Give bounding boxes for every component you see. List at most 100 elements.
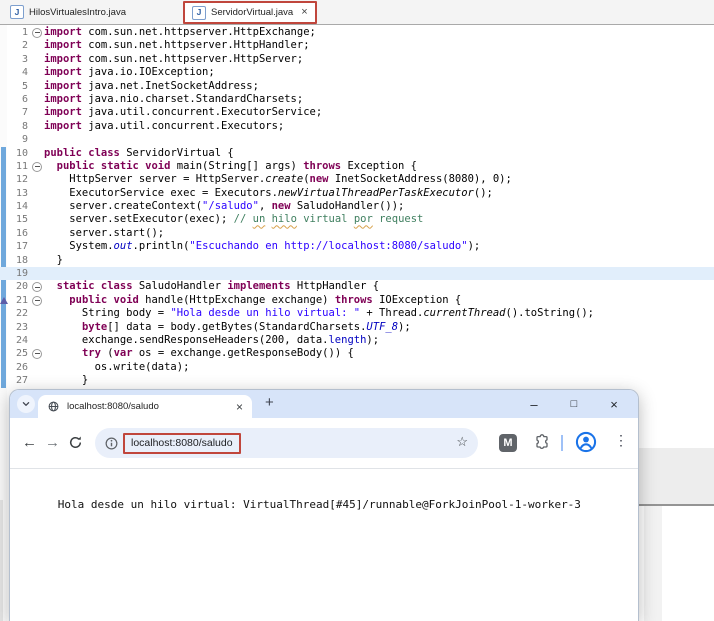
fold-column [30,227,44,240]
reload-button[interactable] [68,435,83,457]
line-number[interactable]: 11 [0,160,30,173]
fold-collapse-icon[interactable] [30,160,44,173]
line-number[interactable]: 13 [0,187,30,200]
code-line[interactable]: 12 HttpServer server = HttpServer.create… [0,173,714,186]
address-bar[interactable]: localhost:8080/saludo ☆ [95,428,478,458]
line-number[interactable]: 26 [0,361,30,374]
code-text: server.setExecutor(exec); // un hilo vir… [44,213,424,226]
line-number[interactable]: 21 [0,294,30,307]
code-line[interactable]: 25 try (var os = exchange.getResponseBod… [0,347,714,360]
line-number[interactable]: 2 [0,39,30,52]
code-line[interactable]: 21 public void handle(HttpExchange excha… [0,294,714,307]
fold-column [30,321,44,334]
line-number[interactable]: 20 [0,280,30,293]
line-number[interactable]: 17 [0,240,30,253]
code-line[interactable]: 19 [0,267,714,281]
code-line[interactable]: 9 [0,133,714,146]
bookmark-star-button[interactable]: ☆ [456,434,468,450]
fold-collapse-icon[interactable] [30,26,44,39]
fold-column [30,133,44,146]
fold-column [30,374,44,387]
fold-column [30,120,44,133]
line-number[interactable]: 25 [0,347,30,360]
code-line[interactable]: 6 import java.nio.charset.StandardCharset… [0,93,714,106]
minimize-button[interactable]: – [514,397,554,412]
code-text: public static void main(String[] args) t… [56,159,418,172]
line-number[interactable]: 19 [0,267,30,280]
back-button[interactable]: ← [22,432,37,454]
code-line[interactable]: 3 import com.sun.net.httpserver.HttpServe… [0,53,714,66]
line-number[interactable]: 1 [0,26,30,39]
code-line[interactable]: 18 } [0,254,714,267]
code-line[interactable]: 10 public class ServidorVirtual { [0,147,714,160]
close-button[interactable]: × [594,397,634,412]
code-text: } [44,253,63,266]
line-number[interactable]: 12 [0,173,30,186]
code-line[interactable]: 1 import com.sun.net.httpserver.HttpExcha… [0,26,714,39]
code-text: import java.io.IOException; [44,66,215,79]
browser-window: localhost:8080/saludo × + – □ × ← → loca… [10,390,638,621]
tab-search-button[interactable] [17,395,35,413]
line-number[interactable]: 5 [0,80,30,93]
new-tab-button[interactable]: + [265,394,274,411]
line-number[interactable]: 10 [0,147,30,160]
code-line[interactable]: 24 exchange.sendResponseHeaders(200, dat… [0,334,714,347]
maximize-button[interactable]: □ [554,398,594,410]
info-icon[interactable] [104,436,119,451]
fold-column [30,307,44,320]
line-number[interactable]: 6 [0,93,30,106]
url-text[interactable]: localhost:8080/saludo [123,432,241,454]
code-line[interactable]: 23 byte[] data = body.getBytes(StandardC… [0,321,714,334]
code-text: os.write(data); [44,360,190,373]
line-number[interactable]: 22 [0,307,30,320]
window-controls: – □ × [514,390,634,418]
code-line[interactable]: 20 static class SaludoHandler implements… [0,280,714,293]
line-number[interactable]: 14 [0,200,30,213]
code-line[interactable]: 17 System.out.println("Escuchando en htt… [0,240,714,253]
code-text: ExecutorService exec = Executors.newVirt… [44,186,493,199]
line-number[interactable]: 8 [0,120,30,133]
browser-tab[interactable]: localhost:8080/saludo × [38,395,252,418]
code-line[interactable]: 27 } [0,374,714,387]
code-text: import com.sun.net.httpserver.HttpHandle… [44,39,310,52]
line-number[interactable]: 9 [0,133,30,146]
menu-button[interactable]: ⋮ [614,432,628,449]
line-number[interactable]: 27 [0,374,30,387]
extension-m-badge[interactable]: M [499,434,517,452]
code-line[interactable]: 15 server.setExecutor(exec); // un hilo … [0,213,714,226]
code-line[interactable]: 14 server.createContext("/saludo", new S… [0,200,714,213]
forward-button[interactable]: → [45,432,60,454]
code-line[interactable]: 4 import java.io.IOException; [0,66,714,79]
code-line[interactable]: 16 server.start(); [0,227,714,240]
fold-collapse-icon[interactable] [30,280,44,293]
fold-collapse-icon[interactable] [30,294,44,307]
tab-hilosvirtualesintro[interactable]: J HilosVirtualesIntro.java [3,0,133,24]
tab-servidorvirtual[interactable]: J ServidorVirtual.java × [183,1,317,24]
code-line[interactable]: 8 import java.util.concurrent.Executors; [0,120,714,133]
line-number[interactable]: 23 [0,321,30,334]
profile-button[interactable] [575,431,597,453]
code-line[interactable]: 7 import java.util.concurrent.ExecutorSer… [0,106,714,119]
line-number[interactable]: 7 [0,106,30,119]
code-text: server.createContext("/saludo", new Salu… [44,200,405,213]
code-line[interactable]: 5 import java.net.InetSocketAddress; [0,80,714,93]
code-text: import java.util.concurrent.Executors; [44,119,285,132]
code-text: HttpServer server = HttpServer.create(ne… [44,173,512,186]
tab-close-icon[interactable]: × [301,7,307,18]
code-line[interactable]: 13 ExecutorService exec = Executors.newV… [0,187,714,200]
line-number[interactable]: 4 [0,66,30,79]
line-number[interactable]: 3 [0,53,30,66]
line-number[interactable]: 15 [0,213,30,226]
tab-label: ServidorVirtual.java [211,7,294,18]
tab-close-icon[interactable]: × [236,401,243,413]
page-text: Hola desde un hilo virtual: VirtualThrea… [57,498,581,511]
line-number[interactable]: 18 [0,254,30,267]
code-line[interactable]: 22 String body = "Hola desde un hilo vir… [0,307,714,320]
code-line[interactable]: 2 import com.sun.net.httpserver.HttpHandl… [0,39,714,52]
code-line[interactable]: 26 os.write(data); [0,361,714,374]
fold-collapse-icon[interactable] [30,347,44,360]
line-number[interactable]: 16 [0,227,30,240]
code-line[interactable]: 11 public static void main(String[] args… [0,160,714,173]
line-number[interactable]: 24 [0,334,30,347]
extensions-icon[interactable] [534,434,550,450]
